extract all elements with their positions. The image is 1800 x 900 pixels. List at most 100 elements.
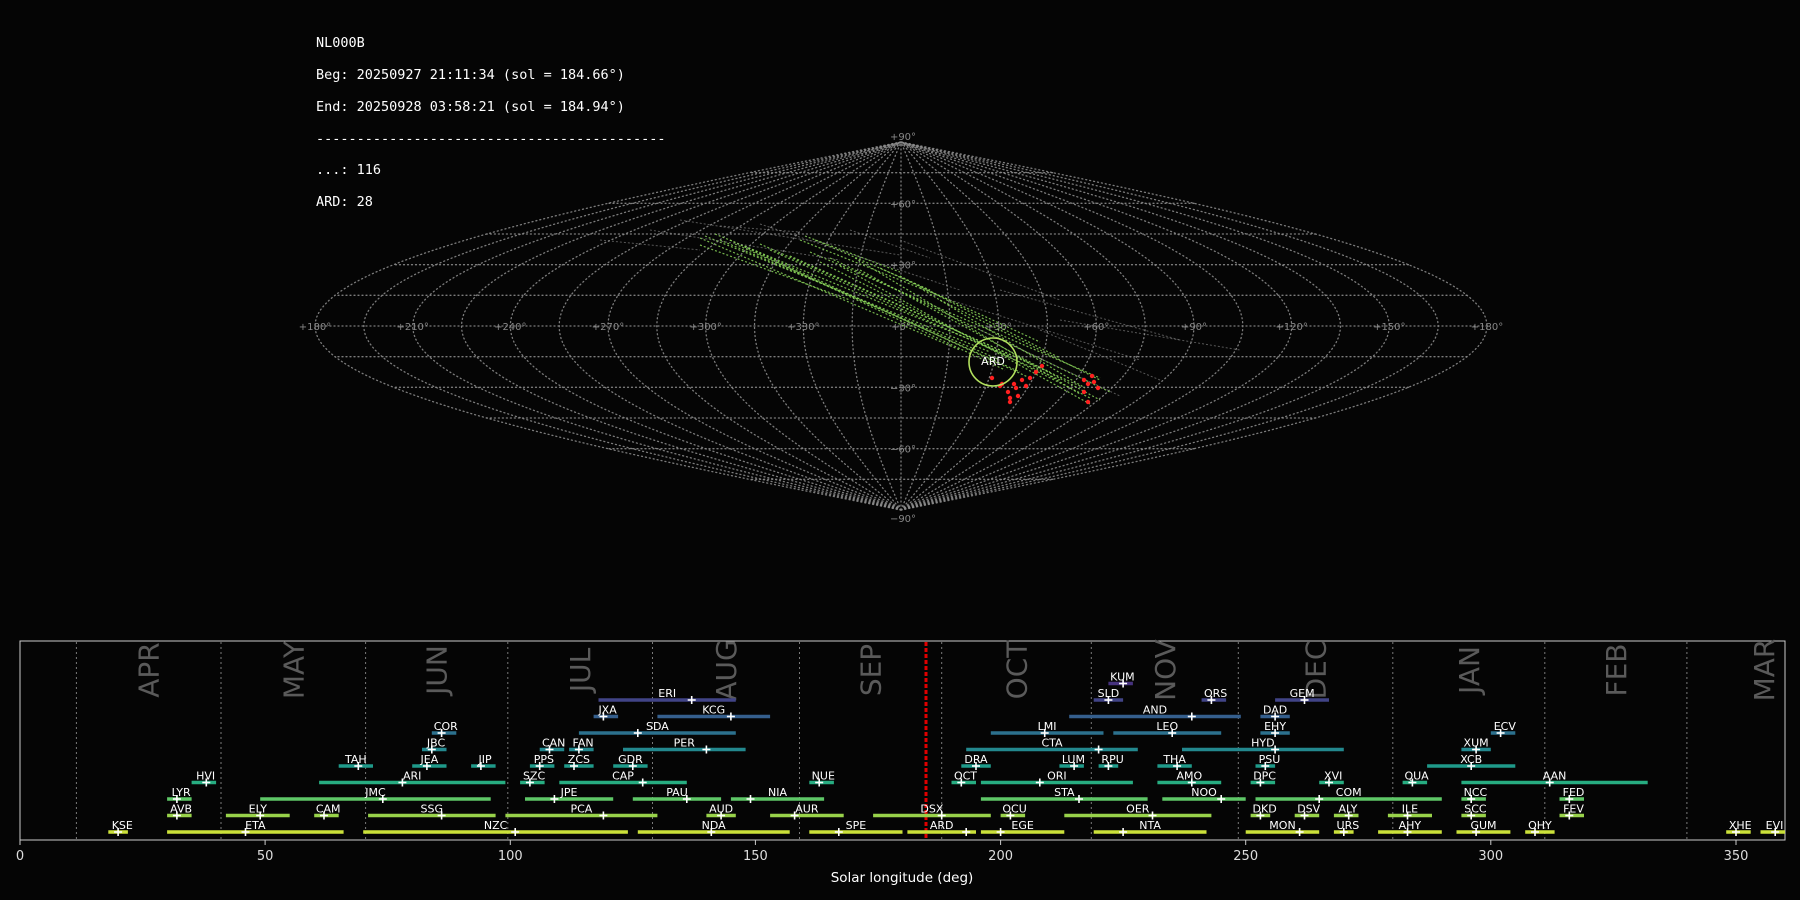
x-tick-label: 350 (1724, 849, 1749, 864)
sporadic-meteor-track (599, 239, 701, 251)
longitude-label: +180° (1471, 322, 1503, 333)
shower-label: XHE (1729, 819, 1752, 832)
shower-label: DSX (920, 803, 943, 816)
shower-label: OCT (954, 770, 977, 783)
shower-label: HYD (1251, 737, 1274, 750)
shower-label: COM (1336, 786, 1362, 799)
shower-label: ETA (245, 819, 266, 832)
shower-label: DPC (1253, 770, 1276, 783)
longitude-label: +150° (1373, 322, 1405, 333)
ard-meteor-track (809, 251, 1101, 379)
longitude-label: +300° (689, 322, 721, 333)
shower-label: KSE (112, 819, 133, 832)
meteor-head-point (1091, 379, 1097, 385)
shower-label: NIA (768, 786, 787, 799)
shower-label: LEO (1156, 720, 1178, 733)
longitude-label: +120° (1275, 322, 1307, 333)
shower-label: QUA (1404, 770, 1429, 783)
shower-label: ARD (930, 819, 954, 832)
shower-label: THA (1162, 753, 1186, 766)
x-axis-label: Solar longitude (deg) (831, 870, 974, 886)
longitude-label: +270° (592, 322, 624, 333)
shower-label: LUM (1062, 753, 1085, 766)
latitude-label: +60° (890, 199, 916, 210)
latitude-label: +90° (890, 132, 916, 143)
shower-label: ILE (1402, 803, 1418, 816)
x-tick-label: 250 (1233, 849, 1258, 864)
shower-label: LMI (1038, 720, 1057, 733)
meteor-tracks (599, 219, 1241, 405)
shower-label: RPU (1101, 753, 1123, 766)
shower-label: ORS (1204, 687, 1227, 700)
meteor-head-point (1039, 363, 1045, 369)
shower-label: AMO (1176, 770, 1202, 783)
shower-label: STA (1054, 786, 1075, 799)
shower-label: ELY (249, 803, 268, 816)
shower-label: NZC (484, 819, 508, 832)
ard-meteor-track (699, 237, 961, 351)
month-label: APR (133, 642, 166, 698)
shower-label: NDA (702, 819, 727, 832)
latitude-label: +30° (890, 261, 916, 272)
shower-label: ERI (658, 687, 676, 700)
month-label: FEB (1600, 643, 1633, 696)
shower-label: GDR (618, 753, 643, 766)
shower-label: CTA (1041, 737, 1063, 750)
shower-label: EVI (1766, 819, 1784, 832)
shower-label: SPE (846, 819, 867, 832)
shower-label: CAM (316, 803, 341, 816)
shower-label: XUM (1464, 737, 1489, 750)
x-tick-label: 150 (743, 849, 768, 864)
meteor-head-point (1013, 385, 1019, 391)
ard-meteor-track (859, 269, 1101, 401)
month-label: JUL (564, 647, 597, 694)
longitude-label: +210° (396, 322, 428, 333)
ard-meteor-track (789, 255, 1081, 387)
shower-label: KUM (1110, 671, 1134, 684)
shower-label: KCG (702, 704, 725, 717)
shower-label: DSV (1297, 803, 1320, 816)
x-tick-label: 200 (988, 849, 1013, 864)
month-bands: APR MAY JUN JUL AUG SEP OCT NOV DEC JAN FEB MAR (75, 639, 1781, 839)
meteor-head-point (1085, 381, 1091, 387)
month-label: MAR (1748, 639, 1781, 702)
shower-label: MON (1269, 819, 1295, 832)
shower-label: URS (1337, 819, 1360, 832)
month-label: JUN (421, 645, 454, 697)
month-label: DEC (1300, 641, 1333, 700)
meteor-head-point (1081, 389, 1087, 395)
shower-label: JXA (597, 704, 617, 717)
month-label: MAY (277, 640, 310, 699)
longitude-label: +180° (299, 322, 331, 333)
shower-label: SSG (421, 803, 444, 816)
shower-label: JMC (364, 786, 386, 799)
shower-label: AUR (795, 803, 819, 816)
shower-label: LYR (172, 786, 191, 799)
latitude-label: −30° (890, 383, 916, 394)
meridian-line (363, 141, 902, 511)
shower-label: XVI (1324, 770, 1342, 783)
sky-map: +180°+150°+120°+90°+60°+30°+0°+330°+300°… (299, 132, 1503, 525)
shower-label: SZC (523, 770, 546, 783)
shower-label: XCB (1460, 753, 1482, 766)
shower-label: COR (434, 720, 458, 733)
shower-label: AND (1143, 704, 1167, 717)
month-label: JAN (1453, 646, 1486, 696)
latitude-label: −60° (890, 445, 916, 456)
shower-label: NTA (1139, 819, 1161, 832)
x-tick-label: 100 (498, 849, 523, 864)
shower-label: FED (1563, 786, 1585, 799)
meteor-head-point (1015, 393, 1021, 399)
shower-label: ECV (1494, 720, 1517, 733)
meteor-head-point (1085, 399, 1091, 405)
shower-label: AAN (1543, 770, 1567, 783)
shower-label: DAD (1263, 704, 1287, 717)
shower-label: CAP (612, 770, 634, 783)
shower-label: TAH (344, 753, 367, 766)
month-label: NOV (1149, 639, 1182, 701)
longitude-label: +90° (1181, 322, 1207, 333)
longitude-label: +60° (1083, 322, 1109, 333)
meteor-head-point (1019, 377, 1025, 383)
meteor-head-point (1095, 385, 1101, 391)
meteor-head-point (1011, 381, 1017, 387)
